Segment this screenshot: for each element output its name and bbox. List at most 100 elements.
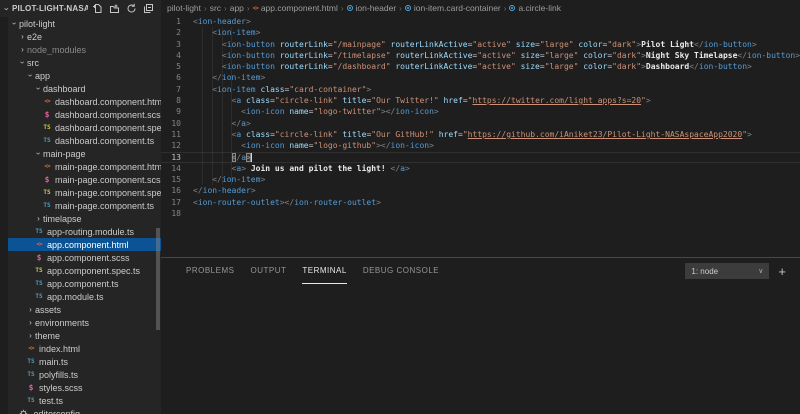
code-line-16[interactable]: 16 </ion-header> xyxy=(161,185,800,196)
code-line-4[interactable]: 4 <ion-button routerLink="/timelapse" ro… xyxy=(161,50,800,61)
chevron-down-icon: ∨ xyxy=(758,268,764,275)
panel-tab-debug-console[interactable]: DEBUG CONSOLE xyxy=(363,258,439,284)
code-line-8[interactable]: 8 <a class="circle-link" title="Our Twit… xyxy=(161,95,800,106)
code-token: > xyxy=(404,163,410,173)
breadcrumb-item-ion-item.card-container[interactable]: ion-item.card-container xyxy=(404,3,501,13)
code-token: routerLink xyxy=(274,39,328,49)
tree-item-app[interactable]: › app xyxy=(8,69,161,82)
code-token: Night Sky Timelapse xyxy=(645,50,738,60)
tree-item-main-page.component.html[interactable]: <> main-page.component.html xyxy=(8,160,161,173)
code-line-2[interactable]: 2 <ion-item> xyxy=(161,27,800,38)
code-token: > xyxy=(747,62,752,72)
code-line-14[interactable]: 14 <a> Join us and pilot the light! </a> xyxy=(161,163,800,174)
tree-item-app.component.ts[interactable]: TS app.component.ts xyxy=(8,277,161,290)
code-token: > xyxy=(246,118,251,128)
tree-item-label: dashboard.component.ts xyxy=(55,135,155,146)
code-line-17[interactable]: 17 <ion-router-outlet></ion-router-outlet… xyxy=(161,197,800,208)
code-token: "logo-github" xyxy=(313,141,377,151)
code-line-13[interactable]: 13 </a> xyxy=(161,152,800,163)
code-token: </ xyxy=(694,39,704,49)
new-file-icon[interactable] xyxy=(92,3,103,14)
code-line-18[interactable]: 18 xyxy=(161,208,800,219)
chevron-right-icon: › xyxy=(21,32,24,41)
code-line-3[interactable]: 3 <ion-button routerLink="/mainpage" rou… xyxy=(161,39,800,50)
tree-item-dashboard.component.html[interactable]: <> dashboard.component.html xyxy=(8,95,161,108)
code-token: ion-button xyxy=(226,50,275,60)
collapse-all-icon[interactable] xyxy=(143,3,154,14)
tree-item-dashboard.component.ts[interactable]: TS dashboard.component.ts xyxy=(8,134,161,147)
tree-item-app.component.spec.ts[interactable]: TS app.component.spec.ts xyxy=(8,264,161,277)
tree-item-.editorconfig[interactable]: .editorconfig xyxy=(8,407,161,414)
code-line-5[interactable]: 5 <ion-button routerLink="/dashboard" ro… xyxy=(161,61,800,72)
code-text: </ion-item> xyxy=(193,174,265,185)
chevron-right-icon: › xyxy=(37,214,40,223)
tree-item-assets[interactable]: › assets xyxy=(8,303,161,316)
code-token: routerLinkActive xyxy=(390,50,473,60)
code-line-6[interactable]: 6 </ion-item> xyxy=(161,72,800,83)
terminal-selector[interactable]: 1: node ∨ xyxy=(685,263,770,279)
code-text: <ion-header> xyxy=(193,16,251,27)
tree-item-e2e[interactable]: › e2e xyxy=(8,30,161,43)
panel-tab-problems[interactable]: PROBLEMS xyxy=(186,258,234,284)
code-line-9[interactable]: 9 <ion-icon name="logo-twitter"></ion-ic… xyxy=(161,106,800,117)
code-line-1[interactable]: 1 <ion-header> xyxy=(161,16,800,27)
tree-item-dashboard.component.scss[interactable]: $ dashboard.component.scss xyxy=(8,108,161,121)
tree-item-timelapse[interactable]: › timelapse xyxy=(8,212,161,225)
tree-item-dashboard[interactable]: › dashboard xyxy=(8,82,161,95)
breadcrumb-item-app.component.html[interactable]: <> app.component.html xyxy=(253,3,338,13)
line-number: 9 xyxy=(176,107,181,117)
tree-item-node_modules[interactable]: › node_modules xyxy=(8,43,161,56)
panel-tab-output[interactable]: OUTPUT xyxy=(250,258,286,284)
panel-tabs: PROBLEMS OUTPUT TERMINAL DEBUG CONSOLE xyxy=(186,258,455,284)
code-token: title xyxy=(337,129,367,139)
sidebar-scrollbar[interactable] xyxy=(156,228,160,330)
tree-item-label: main.ts xyxy=(39,356,69,367)
tree-item-test.ts[interactable]: TS test.ts xyxy=(8,394,161,407)
tree-item-styles.scss[interactable]: $ styles.scss xyxy=(8,381,161,394)
bottom-panel: PROBLEMS OUTPUT TERMINAL DEBUG CONSOLE 1: n… xyxy=(161,257,800,414)
tree-item-app.module.ts[interactable]: TS app.module.ts xyxy=(8,290,161,303)
tree-item-app.component.html[interactable]: <> app.component.html xyxy=(8,238,161,251)
tree-item-src[interactable]: › src xyxy=(8,56,161,69)
code-line-15[interactable]: 15 </ion-item> xyxy=(161,174,800,185)
tree-item-dashboard.component.spec.ts[interactable]: TS dashboard.component.spec.ts xyxy=(8,121,161,134)
line-number: 13 xyxy=(171,152,181,162)
tree-item-polyfills.ts[interactable]: TS polyfills.ts xyxy=(8,368,161,381)
refresh-icon[interactable] xyxy=(126,3,137,14)
breadcrumb-item-app[interactable]: app xyxy=(230,3,244,13)
code-token: > xyxy=(255,28,261,38)
tree-item-pilot-light[interactable]: › pilot-light xyxy=(8,17,161,30)
tree-item-main-page[interactable]: › main-page xyxy=(8,147,161,160)
tree-item-theme[interactable]: › theme xyxy=(8,329,161,342)
code-token: title xyxy=(337,96,367,106)
code-token: Dashboard xyxy=(645,62,690,72)
breadcrumb-item-a.circle-link[interactable]: a.circle-link xyxy=(509,3,561,13)
breadcrumb-item-ion-header[interactable]: ion-header xyxy=(346,3,397,13)
tree-item-main-page.component.spec.ts[interactable]: TS main-page.component.spec.ts xyxy=(8,186,161,199)
tree-item-main.ts[interactable]: TS main.ts xyxy=(8,355,161,368)
tree-item-app.component.scss[interactable]: $ app.component.scss xyxy=(8,251,161,264)
breadcrumb-item-src[interactable]: src xyxy=(210,3,221,13)
new-terminal-button[interactable]: + xyxy=(778,265,786,278)
new-folder-icon[interactable] xyxy=(109,3,120,14)
breadcrumb-item-pilot-light[interactable]: pilot-light xyxy=(167,3,201,13)
explorer-section-header[interactable]: › PILOT-LIGHT-NASASPA... xyxy=(0,0,161,17)
tree-item-index.html[interactable]: <> index.html xyxy=(8,342,161,355)
tree-item-environments[interactable]: › environments xyxy=(8,316,161,329)
tree-item-app-routing.module.ts[interactable]: TS app-routing.module.ts xyxy=(8,225,161,238)
breadcrumb-separator: › xyxy=(204,3,207,13)
code-line-11[interactable]: 11 <a class="circle-link" title="Our Git… xyxy=(161,129,800,140)
tree-item-main-page.component.ts[interactable]: TS main-page.component.ts xyxy=(8,199,161,212)
code-line-12[interactable]: 12 <ion-icon name="logo-github"></ion-ic… xyxy=(161,140,800,151)
code-line-7[interactable]: 7 <ion-item class="card-container"> xyxy=(161,84,800,95)
tree-item-main-page.component.scss[interactable]: $ main-page.component.scss xyxy=(8,173,161,186)
tree-item-label: app.component.html xyxy=(47,239,129,250)
code-line-10[interactable]: 10 </a> xyxy=(161,118,800,129)
breadcrumb-item-label: app.component.html xyxy=(260,3,338,13)
panel-tab-terminal[interactable]: TERMINAL xyxy=(302,258,347,284)
breadcrumb-item-label: ion-header xyxy=(355,3,397,13)
chevron-down-icon: › xyxy=(10,22,19,25)
code-editor[interactable]: 1 <ion-header> 2 <ion-item> 3 <ion-button r… xyxy=(161,16,800,257)
